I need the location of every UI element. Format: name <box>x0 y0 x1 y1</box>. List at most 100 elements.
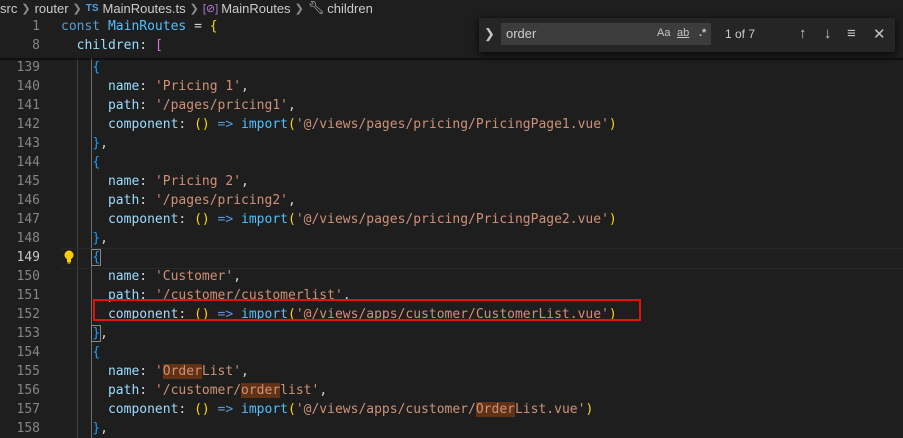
arrow-down-icon[interactable]: ↓ <box>824 25 832 42</box>
code-token: , <box>288 193 296 208</box>
code-token: } <box>92 136 101 151</box>
line-number: 151 <box>16 288 40 303</box>
code-token: , <box>100 421 108 436</box>
code-token: { <box>91 249 102 266</box>
code-line[interactable]: 153 }, <box>0 324 903 343</box>
code-line[interactable]: 140 name: 'Pricing 1', <box>0 77 903 96</box>
code-text: component: () => import('@/views/pages/p… <box>61 210 617 229</box>
line-number: 142 <box>16 117 40 132</box>
code-text: children: [ <box>61 36 163 55</box>
code-text: }, <box>61 229 108 248</box>
code-token: , <box>241 364 249 379</box>
code-text: name: 'Customer', <box>61 267 241 286</box>
code-token: Order <box>475 402 515 417</box>
code-line[interactable]: 143 }, <box>0 134 903 153</box>
code-token: ( <box>288 117 296 132</box>
whole-word-toggle[interactable]: ab <box>677 27 689 39</box>
code-token: : <box>139 79 155 94</box>
code-token: : <box>139 364 155 379</box>
code-line[interactable]: 148 }, <box>0 229 903 248</box>
code-token: : <box>178 402 195 417</box>
close-icon[interactable]: ✕ <box>873 25 886 43</box>
code-text: { <box>61 153 100 172</box>
code-token: => <box>209 117 242 132</box>
code-token: } <box>92 231 101 246</box>
code-line[interactable]: 158 }, <box>0 419 903 438</box>
code-token: { <box>209 19 218 34</box>
toggle-replace-chevron-icon[interactable]: ❯ <box>484 26 495 42</box>
line-number: 156 <box>16 383 40 398</box>
code-line[interactable]: 157 component: () => import('@/views/app… <box>0 400 903 419</box>
line-number: 147 <box>16 212 40 227</box>
line-number: 152 <box>16 307 40 322</box>
code-text: name: 'OrderList', <box>61 362 249 381</box>
line-number: 140 <box>16 79 40 94</box>
sticky-scroll-shadow <box>0 58 903 61</box>
code-token: import <box>241 402 288 417</box>
breadcrumb-item-property[interactable]: children <box>327 1 373 16</box>
code-line[interactable]: 150 name: 'Customer', <box>0 267 903 286</box>
code-token: component <box>61 117 179 132</box>
code-line[interactable]: 144 { <box>0 153 903 172</box>
breadcrumb-item-symbol[interactable]: MainRoutes <box>221 1 290 16</box>
line-number: 141 <box>16 98 40 113</box>
line-number: 146 <box>16 193 40 208</box>
breadcrumb-item-src[interactable]: src <box>0 1 17 16</box>
code-token: : <box>178 117 195 132</box>
find-in-selection-icon[interactable]: ≡ <box>847 25 856 42</box>
code-token: Order <box>162 364 202 379</box>
code-token: name <box>61 79 140 94</box>
code-line[interactable]: 149 { <box>0 248 903 267</box>
code-token: '/pages/pricing2' <box>154 193 288 208</box>
code-line[interactable]: 146 path: '/pages/pricing2', <box>0 191 903 210</box>
arrow-up-icon[interactable]: ↑ <box>799 25 807 42</box>
code-token: path <box>61 383 140 398</box>
code-line[interactable]: 141 path: '/pages/pricing1', <box>0 96 903 115</box>
regex-toggle[interactable]: .* <box>699 27 706 39</box>
typescript-file-icon: TS <box>85 2 99 14</box>
breadcrumb-item-router[interactable]: router <box>35 1 69 16</box>
wrench-icon: 🔧︎ <box>307 0 325 15</box>
code-token: children <box>61 38 140 53</box>
find-widget: ❯ order Aa ab .* 1 of 7 ↑ ↓ ≡ ✕ <box>479 18 895 52</box>
code-text: }, <box>61 324 108 343</box>
code-token: () <box>194 117 210 132</box>
line-number: 149 <box>16 250 40 265</box>
code-token: 'Pricing 2' <box>154 174 242 189</box>
code-line[interactable]: 147 component: () => import('@/views/pag… <box>0 210 903 229</box>
chevron-right-icon: ❯ <box>72 2 82 15</box>
code-line[interactable]: 145 name: 'Pricing 2', <box>0 172 903 191</box>
code-token: : <box>139 174 155 189</box>
line-number: 154 <box>16 345 40 360</box>
code-token: , <box>100 231 108 246</box>
code-text: }, <box>61 134 108 153</box>
code-line[interactable]: 156 path: '/customer/orderlist', <box>0 381 903 400</box>
code-token: { <box>92 155 101 170</box>
code-text: path: '/customer/orderlist', <box>61 381 327 400</box>
code-editor[interactable]: 139 {140 name: 'Pricing 1', 141 path: '/p… <box>0 16 903 438</box>
code-line[interactable]: 155 name: 'OrderList', <box>0 362 903 381</box>
match-case-toggle[interactable]: Aa <box>657 27 670 39</box>
code-token: name <box>61 364 140 379</box>
line-number: 150 <box>16 269 40 284</box>
line-number: 143 <box>16 136 40 151</box>
code-line[interactable]: 142 component: () => import('@/views/pag… <box>0 115 903 134</box>
code-token: name <box>61 269 140 284</box>
code-token: name <box>61 174 140 189</box>
code-token: , <box>100 326 108 341</box>
line-number: 158 <box>16 421 40 436</box>
breadcrumb-item-file[interactable]: MainRoutes.ts <box>103 1 186 16</box>
lightbulb-icon[interactable] <box>63 250 75 264</box>
code-token: () <box>194 402 210 417</box>
code-token: ) <box>608 117 617 132</box>
code-line[interactable]: 154 { <box>0 343 903 362</box>
line-number: 144 <box>16 155 40 170</box>
line-number: 157 <box>16 402 40 417</box>
code-token: , <box>233 269 242 284</box>
